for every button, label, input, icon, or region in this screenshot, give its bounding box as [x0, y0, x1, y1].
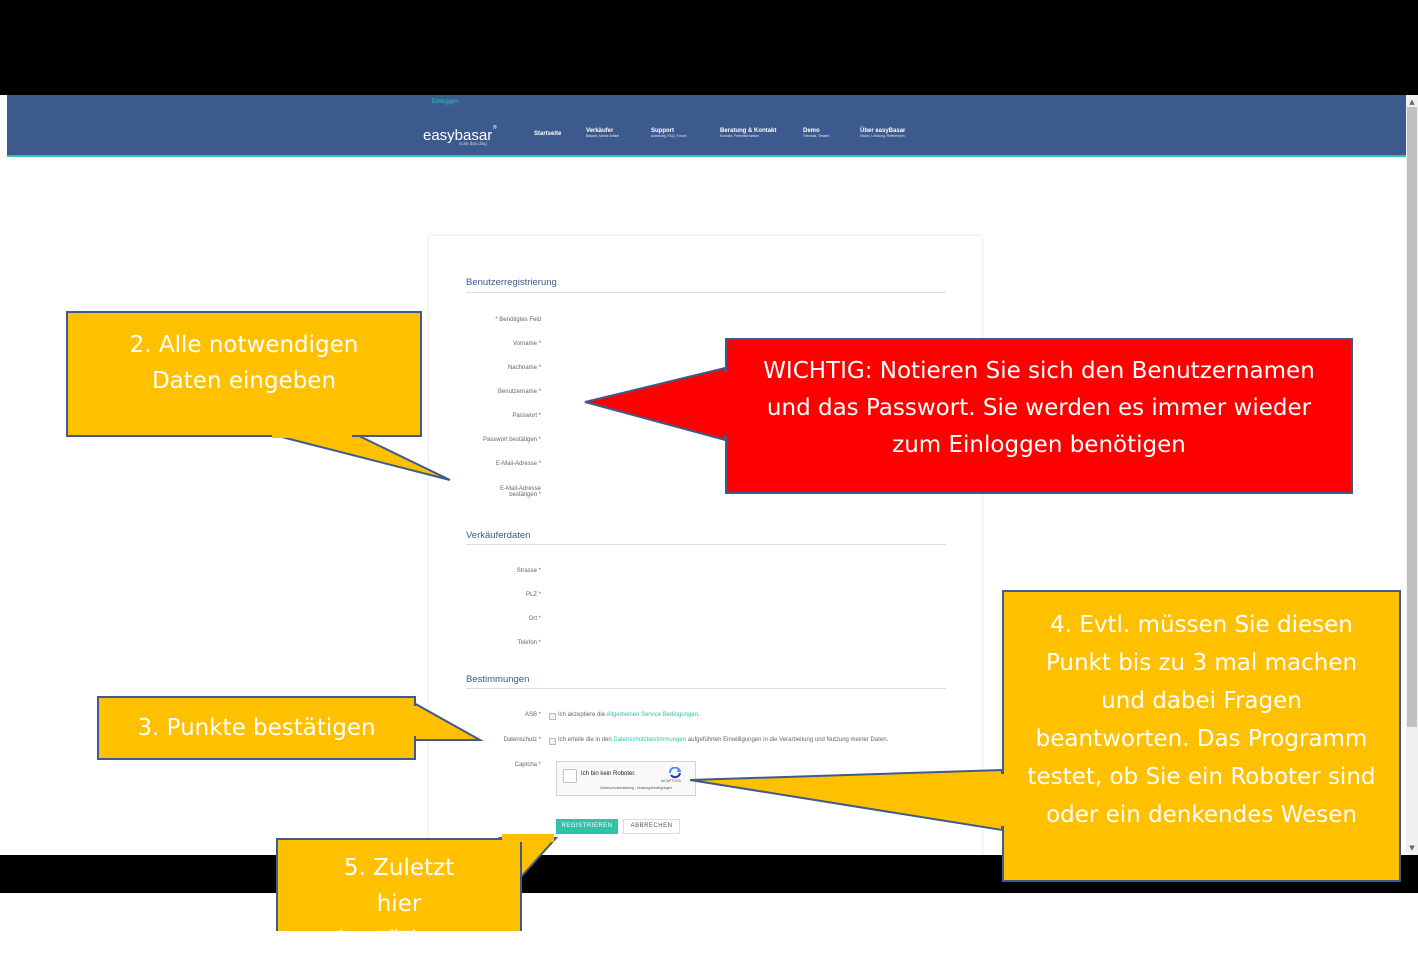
callout-step-5-text: 5. Zuletzt hier bestätigen — [337, 855, 461, 953]
important-callout-pointer — [584, 366, 726, 442]
callout-step-3-text: 3. Punkte bestätigen — [137, 715, 376, 741]
callout-step-4: 4. Evtl. müssen Sie diesen Punkt bis zu … — [1002, 590, 1401, 882]
callout-2-seam — [272, 430, 352, 438]
callout-3-seam — [408, 706, 416, 736]
callout-4-pointer — [689, 768, 1003, 832]
callout-step-2-text: 2. Alle notwendigen Daten eingeben — [129, 332, 359, 394]
important-seam — [723, 372, 731, 436]
callout-2-pointer — [269, 433, 451, 481]
callout-step-3: 3. Punkte bestätigen — [97, 696, 416, 760]
callout-step-4-text: 4. Evtl. müssen Sie diesen Punkt bis zu … — [1027, 612, 1376, 828]
callout-3-pointer — [411, 700, 484, 741]
callout-step-5: 5. Zuletzt hier bestätigen — [276, 838, 522, 953]
important-callout-text: WICHTIG: Notieren Sie sich den Benutzern… — [763, 358, 1315, 458]
callout-5-seam — [502, 834, 554, 842]
important-callout: WICHTIG: Notieren Sie sich den Benutzern… — [725, 338, 1353, 494]
callout-4-seam — [998, 774, 1006, 826]
callout-step-2: 2. Alle notwendigen Daten eingeben — [66, 311, 422, 437]
